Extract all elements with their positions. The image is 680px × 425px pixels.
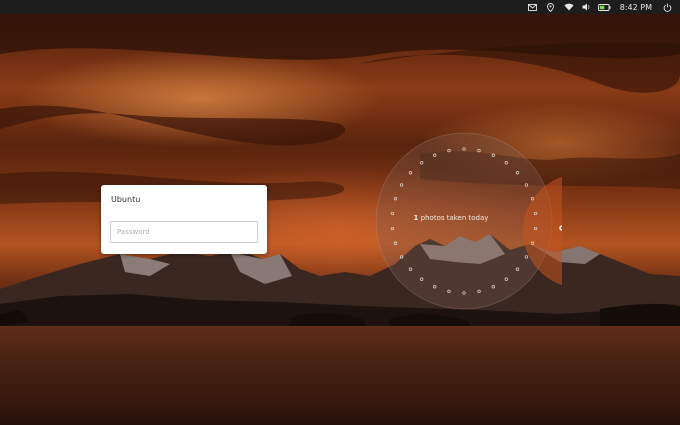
photo-label: photos taken today [420,214,489,222]
infographic-text: 1 photos taken today [376,214,526,222]
power-icon[interactable] [660,0,674,14]
location-icon[interactable] [544,0,558,14]
password-input[interactable] [110,221,258,243]
battery-icon[interactable] [598,0,612,14]
photo-count: 1 [413,214,419,222]
top-panel: 8:42 PM [0,0,680,14]
clock[interactable]: 8:42 PM [620,3,652,12]
login-box: Ubuntu [101,185,267,254]
greeter-screen: 8:42 PM 1 photos taken today Ubuntu [0,0,680,425]
mail-icon[interactable] [526,0,540,14]
volume-icon[interactable] [580,0,594,14]
wifi-icon[interactable] [562,0,576,14]
username-label[interactable]: Ubuntu [111,195,140,204]
